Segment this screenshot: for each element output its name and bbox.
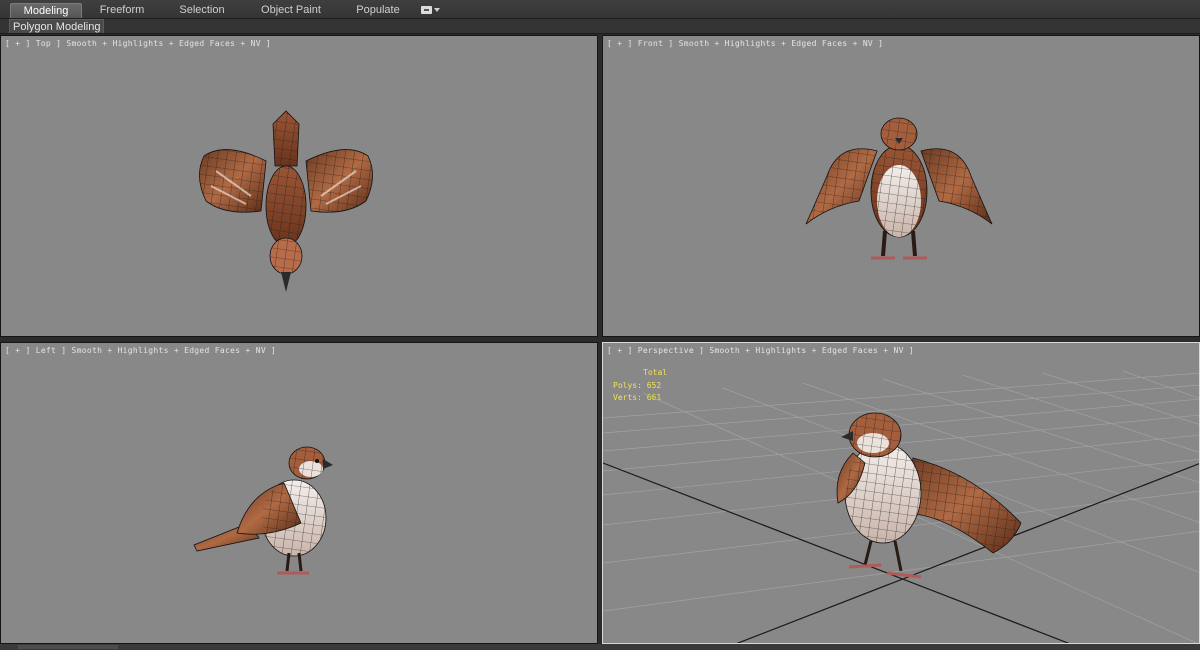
tab-freeform[interactable]: Freeform <box>92 3 152 18</box>
tab-object-paint[interactable]: Object Paint <box>256 3 326 18</box>
viewport-front[interactable]: [ + ] Front ] Smooth + Highlights + Edge… <box>602 35 1200 337</box>
bottom-status-strip <box>0 644 1200 650</box>
viewport-perspective[interactable]: [ + ] Perspective ] Smooth + Highlights … <box>602 342 1200 644</box>
perspective-scene <box>603 370 1199 643</box>
tab-modeling[interactable]: Modeling <box>10 3 82 18</box>
ribbon-options-icon[interactable] <box>421 4 443 16</box>
bird-front-view <box>805 117 993 260</box>
viewport-left[interactable]: [ + ] Left ] Smooth + Highlights + Edged… <box>0 342 598 644</box>
sub-ribbon: Polygon Modeling <box>0 19 1200 34</box>
time-slider[interactable] <box>18 645 118 649</box>
polygon-modeling-panel-tab[interactable]: Polygon Modeling <box>9 19 105 33</box>
tab-populate[interactable]: Populate <box>350 3 406 18</box>
bird-left-view <box>193 446 333 575</box>
bird-perspective <box>836 412 1022 579</box>
viewport-top[interactable]: [ + ] Top ] Smooth + Highlights + Edged … <box>0 35 598 337</box>
bird-top-view <box>199 110 373 292</box>
tab-selection[interactable]: Selection <box>172 3 232 18</box>
ribbon-tab-bar: Modeling Freeform Selection Object Paint… <box>0 0 1200 19</box>
